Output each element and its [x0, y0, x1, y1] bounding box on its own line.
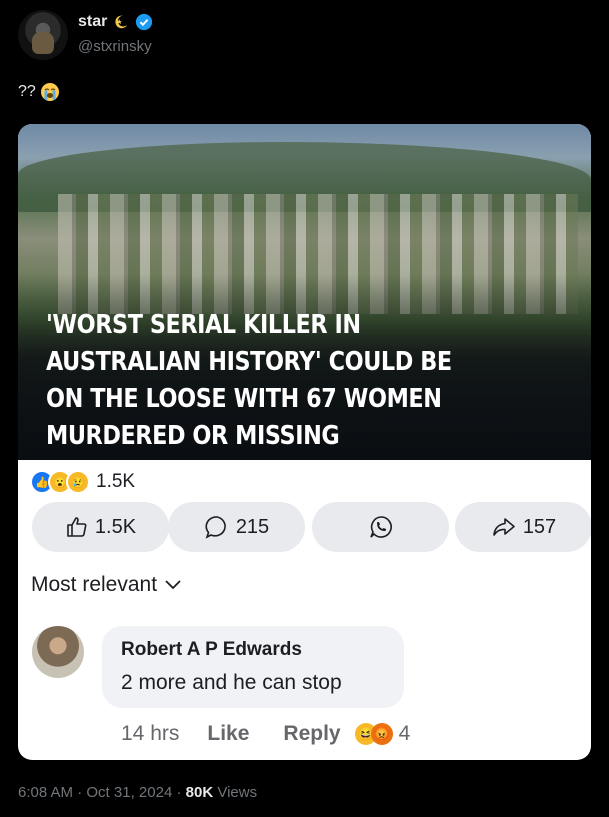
tweet-text-content: ??: [18, 83, 36, 100]
angry-reaction-icon: 😡: [370, 723, 393, 745]
verified-badge-icon: [136, 13, 153, 31]
comment-meta: 14 hrs Like Reply 😆 😡 4: [121, 722, 410, 746]
share-arrow-icon: [493, 518, 515, 536]
comment-text: 2 more and he can stop: [121, 671, 342, 694]
author-name[interactable]: star: [78, 13, 107, 31]
loudly-crying-face-icon: [40, 83, 59, 101]
tweet-text: ??: [18, 82, 60, 102]
commenter-name[interactable]: Robert A P Edwards: [121, 639, 302, 661]
embedded-post-card[interactable]: 'WORST SERIAL KILLER IN AUSTRALIAN HISTO…: [18, 124, 591, 760]
comment-reply-button[interactable]: Reply: [283, 722, 340, 746]
like-count: 1.5K: [94, 515, 137, 538]
share-button[interactable]: 157: [455, 502, 591, 552]
thumbs-up-icon: [67, 517, 87, 537]
sad-reaction-icon: 😢: [66, 470, 90, 494]
share-count: 157: [522, 515, 557, 538]
comment-reaction-count: 4: [398, 722, 411, 745]
comment-time[interactable]: 14 hrs: [121, 722, 179, 746]
comment-count: 215: [235, 515, 270, 538]
views-label: Views: [217, 784, 258, 801]
moon-star-icon: [115, 15, 128, 29]
sort-label: Most relevant: [31, 573, 158, 596]
commenter-avatar[interactable]: [32, 626, 84, 678]
whatsapp-share-button[interactable]: [312, 502, 449, 552]
post-date[interactable]: Oct 31, 2024: [86, 784, 172, 801]
reaction-summary[interactable]: 👍 😮 😢 1.5K: [30, 470, 135, 494]
author-name-row[interactable]: star: [78, 13, 153, 31]
reaction-icons: 👍 😮 😢: [30, 470, 90, 494]
whatsapp-icon: [369, 516, 392, 538]
author-handle[interactable]: @stxrinsky: [78, 38, 152, 55]
comment-like-button[interactable]: Like: [207, 722, 249, 746]
news-photo[interactable]: 'WORST SERIAL KILLER IN AUSTRALIAN HISTO…: [18, 124, 591, 460]
tweet-footer: 6:08 AM · Oct 31, 2024 · 80K Views: [18, 784, 258, 801]
reaction-count: 1.5K: [96, 471, 136, 492]
comment-bubble: Robert A P Edwards 2 more and he can sto…: [102, 626, 404, 708]
chevron-down-icon: [165, 580, 181, 590]
comment-sort-dropdown[interactable]: Most relevant: [31, 573, 183, 597]
author-avatar[interactable]: [18, 10, 68, 60]
comment-bubble-icon: [205, 516, 226, 539]
news-headline: 'WORST SERIAL KILLER IN AUSTRALIAN HISTO…: [46, 310, 452, 451]
post-time[interactable]: 6:08 AM: [18, 784, 73, 801]
like-button[interactable]: 1.5K: [32, 502, 169, 552]
views-count: 80K: [185, 784, 214, 801]
comment-button[interactable]: 215: [168, 502, 305, 552]
